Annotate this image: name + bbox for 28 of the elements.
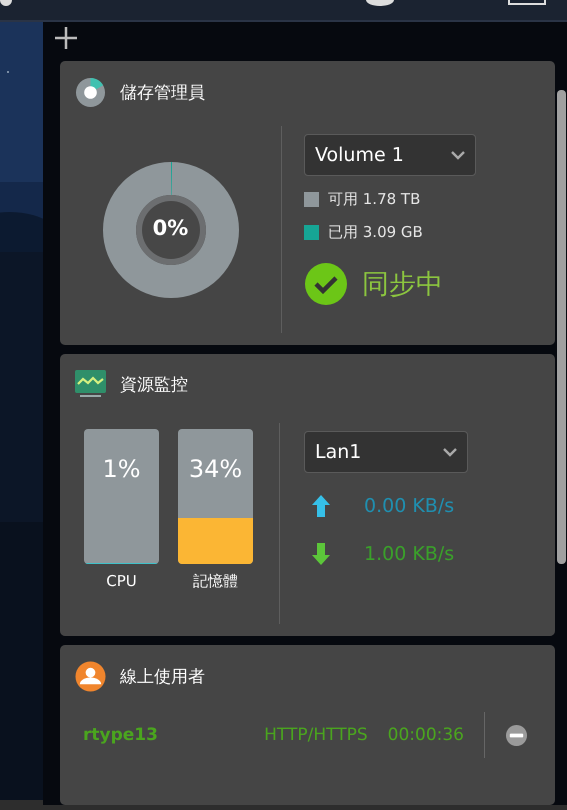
legend-label: 已用 3.09 GB — [328, 223, 423, 242]
add-icon[interactable] — [54, 26, 78, 50]
status-label: 同步中 — [362, 268, 443, 302]
transfer-rate: 0.00 KB/s — [364, 495, 454, 517]
card-title: 資源監控 — [120, 374, 188, 396]
usage-percent: 34% — [188, 455, 244, 483]
protocol: HTTP/HTTPS — [264, 725, 368, 745]
card-title: 線上使用者 — [120, 666, 205, 688]
network-dropdown[interactable]: Lan1 — [304, 431, 468, 473]
legend-label: 可用 1.78 TB — [328, 190, 420, 209]
connection-time: 00:00:36 — [388, 725, 464, 745]
chevron-down-icon — [451, 150, 465, 160]
transfer-rate: 1.00 KB/s — [364, 543, 454, 565]
meter-label: CPU — [106, 572, 137, 590]
card-title: 儲存管理員 — [120, 82, 205, 104]
chevron-down-icon — [443, 448, 457, 456]
usage-percent: 0% — [152, 216, 190, 240]
monitor-icon — [75, 370, 106, 399]
scrollbar-thumb[interactable] — [556, 90, 566, 564]
disk-icon — [75, 77, 106, 108]
volume-dropdown[interactable]: Volume 1 — [304, 134, 476, 176]
user-name: rtype13 — [83, 725, 159, 745]
disconnect-icon[interactable] — [505, 724, 528, 746]
user-icon — [75, 661, 106, 692]
arrow-up-icon — [312, 495, 330, 517]
usage-percent: 1% — [101, 455, 142, 483]
meter-label: 記憶體 — [193, 572, 238, 591]
arrow-down-icon — [312, 543, 330, 565]
